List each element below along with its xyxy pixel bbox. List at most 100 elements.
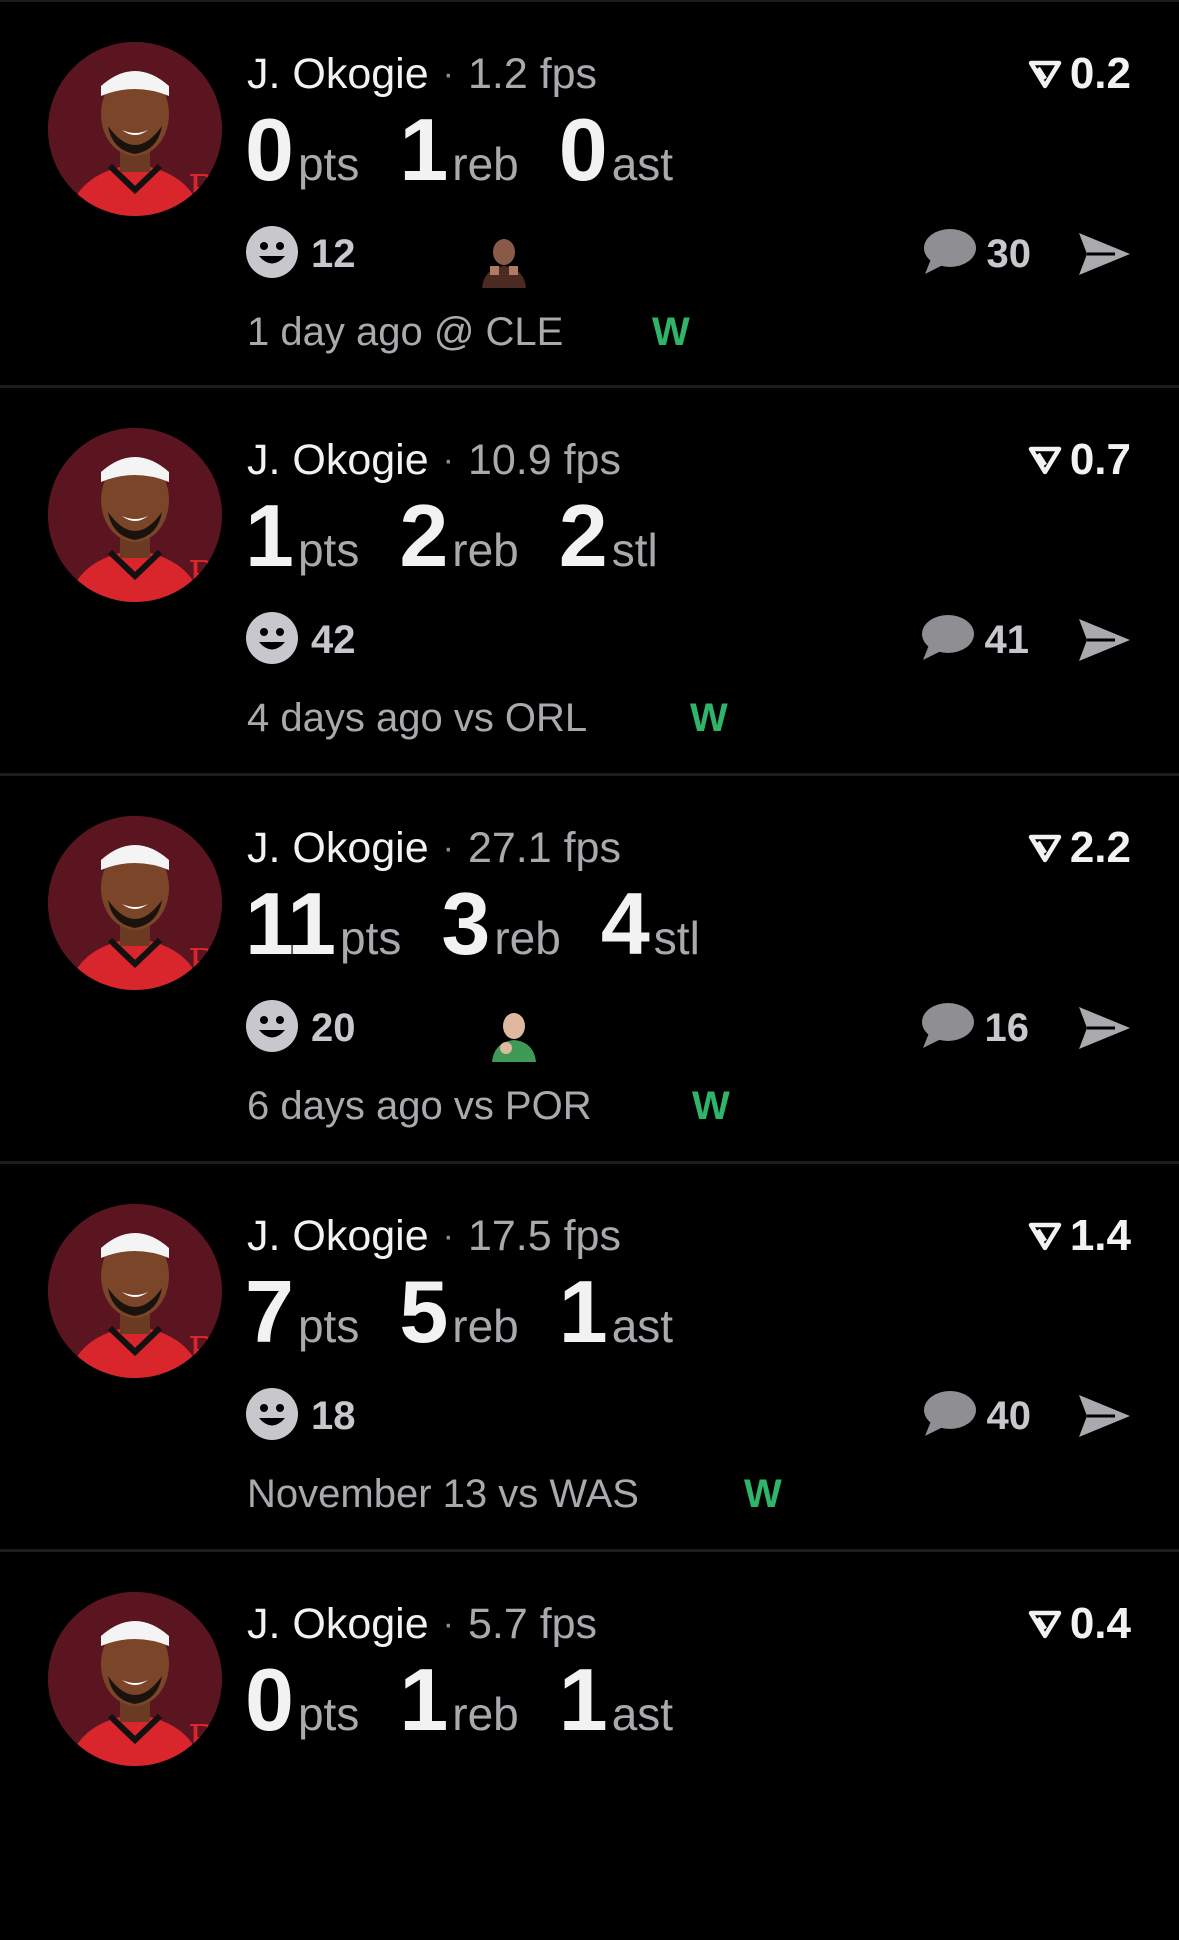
- post-header: J. Okogie · 10.9 fps: [247, 432, 621, 488]
- stat-line: 7 pts 5 reb 1 ast: [245, 1268, 713, 1364]
- game-post-card[interactable]: R J. Okogie · 1.2 fps 0.2 0 pts 1 reb 0: [0, 0, 1179, 388]
- rating-chevron-icon: [1028, 445, 1062, 475]
- stat-line: 11 pts 3 reb 4 stl: [245, 880, 740, 976]
- stat-line: 1 pts 2 reb 2 stl: [245, 492, 698, 588]
- player-avatar[interactable]: R: [48, 428, 222, 602]
- smiley-icon: [245, 1387, 299, 1446]
- svg-text:R: R: [188, 1717, 218, 1761]
- svg-text:R: R: [188, 941, 218, 985]
- reaction-button[interactable]: 12: [245, 224, 356, 284]
- rating-badge: 0.7: [1028, 432, 1131, 488]
- reaction-button[interactable]: 20: [245, 998, 356, 1058]
- player-name[interactable]: J. Okogie: [247, 1212, 429, 1261]
- player-name[interactable]: J. Okogie: [247, 1600, 429, 1649]
- stat-unit: ast: [611, 1300, 674, 1352]
- game-result: W: [744, 1471, 782, 1516]
- send-icon: [1079, 1007, 1130, 1049]
- svg-text:R: R: [188, 1329, 218, 1373]
- game-feed: R J. Okogie · 1.2 fps 0.2 0 pts 1 reb 0: [0, 0, 1179, 1940]
- share-button[interactable]: [1075, 226, 1133, 282]
- post-header: J. Okogie · 1.2 fps: [247, 46, 597, 102]
- player-name[interactable]: J. Okogie: [247, 50, 429, 99]
- stat-rebounds: 1 reb: [399, 1656, 518, 1744]
- stat-value: 0: [558, 100, 608, 199]
- fantasy-points: 1.2 fps: [467, 49, 598, 98]
- reaction-button[interactable]: 18: [245, 1386, 356, 1446]
- stat-value: 7: [245, 1262, 294, 1361]
- comments-button[interactable]: 40: [921, 1386, 1032, 1446]
- stat-points: 0 pts: [245, 106, 359, 194]
- fantasy-points: 5.7 fps: [467, 1599, 598, 1648]
- rating-badge: 1.4: [1028, 1208, 1131, 1264]
- stat-points: 0 pts: [245, 1656, 359, 1744]
- comment-bubble-icon: [921, 1389, 977, 1444]
- stat-third: 1 ast: [559, 1268, 673, 1356]
- rating-chevron-icon: [1028, 1221, 1062, 1251]
- comment-count: 16: [984, 1005, 1030, 1050]
- fantasy-points: 27.1 fps: [467, 823, 621, 872]
- stat-line: 0 pts 1 reb 0 ast: [245, 106, 713, 202]
- stat-unit: ast: [611, 1688, 674, 1740]
- stat-unit: stl: [611, 524, 658, 576]
- reaction-count: 20: [311, 1005, 356, 1050]
- rating-value: 1.4: [1069, 1211, 1131, 1260]
- post-header: J. Okogie · 17.5 fps: [247, 1208, 621, 1264]
- stat-value: 0: [245, 100, 294, 199]
- post-header: J. Okogie · 27.1 fps: [247, 820, 621, 876]
- stat-value: 1: [245, 486, 294, 585]
- player-avatar[interactable]: R: [48, 816, 222, 990]
- stat-unit: ast: [611, 138, 674, 190]
- comment-bubble-icon: [921, 227, 977, 282]
- rating-badge: 0.2: [1028, 46, 1131, 102]
- stat-unit: reb: [452, 138, 519, 190]
- game-post-card[interactable]: R J. Okogie · 5.7 fps 0.4 0 pts 1 reb 1: [0, 1552, 1179, 1940]
- stat-value: 11: [245, 874, 336, 973]
- stat-value: 1: [399, 1650, 448, 1749]
- stat-unit: pts: [297, 1688, 360, 1740]
- player-avatar[interactable]: R: [48, 1592, 222, 1766]
- stat-unit: pts: [297, 524, 360, 576]
- rating-badge: 2.2: [1028, 820, 1131, 876]
- svg-text:R: R: [188, 553, 218, 597]
- game-result: W: [692, 1083, 730, 1128]
- comment-bubble-icon: [919, 613, 975, 668]
- player-avatar[interactable]: R: [48, 42, 222, 216]
- game-result: W: [690, 695, 728, 740]
- stat-line: 0 pts 1 reb 1 ast: [245, 1656, 713, 1752]
- stat-value: 3: [441, 874, 490, 973]
- share-button[interactable]: [1075, 1000, 1133, 1056]
- stat-unit: reb: [452, 1300, 519, 1352]
- game-result: W: [652, 309, 690, 354]
- stat-value: 1: [558, 1650, 608, 1749]
- rating-value: 0.2: [1069, 49, 1131, 98]
- game-post-card[interactable]: R J. Okogie · 10.9 fps 0.7 1 pts 2 reb 2: [0, 388, 1179, 776]
- share-button[interactable]: [1075, 1388, 1133, 1444]
- player-name[interactable]: J. Okogie: [247, 436, 429, 485]
- share-button[interactable]: [1075, 612, 1133, 668]
- reaction-count: 42: [311, 617, 356, 662]
- comments-button[interactable]: 41: [919, 610, 1029, 670]
- smiley-icon: [245, 225, 299, 284]
- game-post-card[interactable]: R J. Okogie · 17.5 fps 1.4 7 pts 5 reb 1: [0, 1164, 1179, 1552]
- stat-value: 1: [399, 100, 448, 199]
- send-icon: [1079, 619, 1130, 661]
- reaction-count: 12: [311, 231, 356, 276]
- player-name[interactable]: J. Okogie: [247, 824, 429, 873]
- player-avatar[interactable]: R: [48, 1204, 222, 1378]
- stat-unit: reb: [452, 524, 519, 576]
- stat-unit: pts: [297, 1300, 360, 1352]
- game-time-opponent: 6 days ago vs POR: [247, 1083, 592, 1128]
- comments-button[interactable]: 30: [921, 224, 1031, 284]
- separator-dot: ·: [442, 828, 454, 867]
- comments-button[interactable]: 16: [919, 998, 1030, 1058]
- reaction-thumbnail[interactable]: [486, 1006, 542, 1062]
- send-icon: [1079, 1395, 1130, 1437]
- stat-value: 1: [558, 1262, 608, 1361]
- game-post-card[interactable]: R J. Okogie · 27.1 fps 2.2 11 pts 3 reb …: [0, 776, 1179, 1164]
- reaction-thumbnail[interactable]: [476, 232, 532, 288]
- reaction-button[interactable]: 42: [245, 610, 356, 670]
- comment-bubble-icon: [919, 1001, 975, 1056]
- comment-count: 40: [986, 1393, 1032, 1438]
- send-icon: [1079, 233, 1130, 275]
- stat-unit: stl: [653, 912, 700, 964]
